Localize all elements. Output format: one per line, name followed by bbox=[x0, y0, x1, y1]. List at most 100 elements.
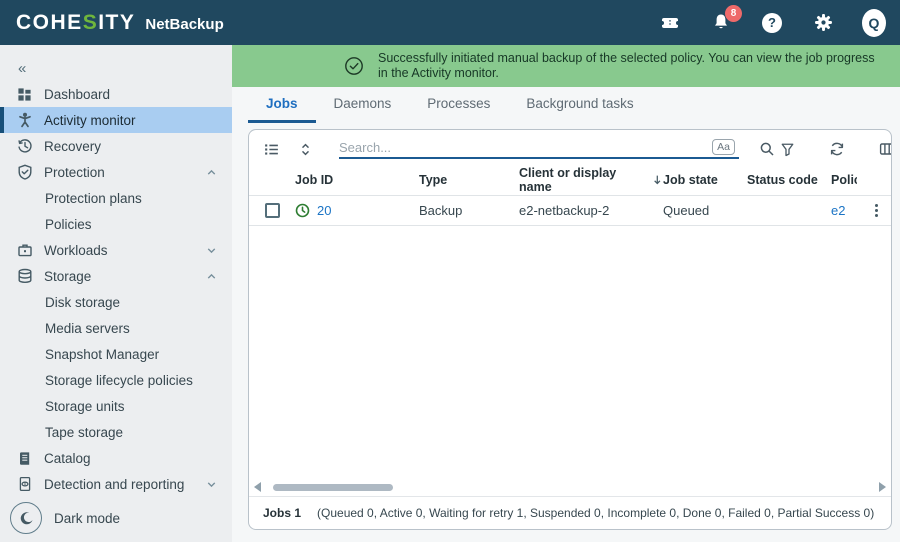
logo-product-name: NetBackup bbox=[145, 16, 223, 33]
protection-shield-icon bbox=[16, 164, 33, 181]
notifications-bell-icon[interactable]: 8 bbox=[709, 11, 733, 35]
sort-rows-icon[interactable] bbox=[295, 139, 315, 159]
sidebar-item-snapshot-manager[interactable]: Snapshot Manager bbox=[0, 341, 232, 367]
horizontal-scrollbar bbox=[249, 478, 891, 496]
content-area: Aa bbox=[232, 123, 900, 542]
moon-icon bbox=[10, 502, 42, 534]
sidebar-item-protection-plans[interactable]: Protection plans bbox=[0, 185, 232, 211]
sidebar-item-policies[interactable]: Policies bbox=[0, 211, 232, 237]
row-actions-menu-icon[interactable] bbox=[875, 204, 878, 217]
license-ticket-icon[interactable] bbox=[658, 11, 682, 35]
table-row-job-20[interactable]: 20 Backup e2-netbackup-2 Queued e2 bbox=[249, 196, 891, 226]
queued-clock-icon bbox=[295, 203, 310, 218]
left-sidebar: « Dashboard Activity monitor Recovery bbox=[0, 45, 232, 542]
tab-daemons[interactable]: Daemons bbox=[316, 87, 410, 123]
scroll-right-arrow[interactable] bbox=[879, 482, 886, 492]
policy-link[interactable]: e2 bbox=[831, 203, 845, 218]
header-status-code[interactable]: Status code bbox=[747, 173, 831, 187]
banner-line2: in the Activity monitor. bbox=[378, 66, 499, 80]
table-toolbar: Aa bbox=[249, 130, 891, 164]
sidebar-item-label: Snapshot Manager bbox=[45, 347, 159, 362]
logo-text-green-s: S bbox=[83, 11, 99, 34]
success-banner: Successfully initiated manual backup of … bbox=[232, 45, 900, 87]
sidebar-item-workloads[interactable]: Workloads bbox=[0, 237, 232, 263]
sidebar-item-recovery[interactable]: Recovery bbox=[0, 133, 232, 159]
sidebar-item-disk-storage[interactable]: Disk storage bbox=[0, 289, 232, 315]
list-view-icon[interactable] bbox=[261, 139, 281, 159]
recovery-history-icon bbox=[16, 138, 33, 155]
check-circle-icon bbox=[344, 56, 364, 76]
sidebar-item-label: Storage units bbox=[45, 399, 125, 414]
app-window: COHESITY NetBackup 8 ? bbox=[0, 0, 900, 542]
sidebar-item-label: Recovery bbox=[44, 139, 101, 154]
sidebar-item-tape-storage[interactable]: Tape storage bbox=[0, 419, 232, 445]
sidebar-collapse-button[interactable]: « bbox=[0, 55, 232, 81]
scrollbar-track[interactable] bbox=[261, 482, 879, 492]
sidebar-item-label: Policies bbox=[45, 217, 92, 232]
cell-job-state: Queued bbox=[663, 203, 747, 218]
sidebar-item-dashboard[interactable]: Dashboard bbox=[0, 81, 232, 107]
header-job-state[interactable]: Job state bbox=[663, 173, 747, 187]
user-avatar[interactable]: Q bbox=[862, 11, 886, 35]
jobs-count: Jobs 1 bbox=[263, 506, 301, 520]
chevron-up-icon bbox=[205, 166, 218, 179]
activity-monitor-icon bbox=[16, 112, 33, 129]
sidebar-item-label: Disk storage bbox=[45, 295, 120, 310]
scroll-left-arrow[interactable] bbox=[254, 482, 261, 492]
banner-line1: Successfully initiated manual backup of … bbox=[378, 51, 875, 65]
row-checkbox[interactable] bbox=[265, 203, 280, 218]
filter-icon[interactable] bbox=[777, 139, 797, 159]
sidebar-item-label: Detection and reporting bbox=[44, 477, 184, 492]
main-area: Successfully initiated manual backup of … bbox=[232, 45, 900, 542]
tab-background-tasks[interactable]: Background tasks bbox=[508, 87, 651, 123]
search-icon[interactable] bbox=[757, 139, 777, 159]
header-policy[interactable]: Policy bbox=[831, 173, 857, 187]
sidebar-item-activity-monitor[interactable]: Activity monitor bbox=[0, 107, 232, 133]
table-header-row: Job ID Type Client or display name Job s… bbox=[249, 164, 891, 196]
chevron-down-icon bbox=[205, 478, 218, 491]
help-icon[interactable]: ? bbox=[760, 11, 784, 35]
sort-descending-icon bbox=[652, 174, 663, 186]
logo-cohesity: COHESITY bbox=[16, 11, 135, 35]
sidebar-item-label: Storage bbox=[44, 269, 91, 284]
sidebar-item-storage-units[interactable]: Storage units bbox=[0, 393, 232, 419]
sidebar-item-label: Protection bbox=[44, 165, 105, 180]
notification-count-badge: 8 bbox=[725, 5, 742, 22]
sidebar-item-catalog[interactable]: Catalog bbox=[0, 445, 232, 471]
sidebar-item-label: Tape storage bbox=[45, 425, 123, 440]
header-job-id[interactable]: Job ID bbox=[295, 173, 419, 187]
search-input[interactable] bbox=[339, 140, 712, 155]
dashboard-icon bbox=[16, 86, 33, 103]
dark-mode-toggle[interactable]: Dark mode bbox=[10, 502, 120, 534]
columns-icon[interactable] bbox=[877, 139, 892, 159]
match-case-toggle[interactable]: Aa bbox=[712, 139, 735, 155]
settings-gear-icon[interactable] bbox=[811, 11, 835, 35]
sidebar-item-label: Protection plans bbox=[45, 191, 142, 206]
storage-database-icon bbox=[16, 268, 33, 285]
chevron-down-icon bbox=[205, 244, 218, 257]
catalog-book-icon bbox=[16, 450, 33, 467]
sidebar-item-storage-lifecycle-policies[interactable]: Storage lifecycle policies bbox=[0, 367, 232, 393]
sidebar-item-storage[interactable]: Storage bbox=[0, 263, 232, 289]
table-footer: Jobs 1 (Queued 0, Active 0, Waiting for … bbox=[249, 496, 891, 529]
sidebar-item-label: Workloads bbox=[44, 243, 108, 258]
tab-bar: Jobs Daemons Processes Background tasks bbox=[232, 87, 900, 123]
scrollbar-thumb[interactable] bbox=[273, 484, 393, 491]
cell-type: Backup bbox=[419, 203, 519, 218]
top-header: COHESITY NetBackup 8 ? bbox=[0, 0, 900, 45]
header-client-or-display-name[interactable]: Client or display name bbox=[519, 166, 663, 194]
tab-jobs[interactable]: Jobs bbox=[248, 87, 316, 123]
job-id-link[interactable]: 20 bbox=[317, 203, 331, 218]
sidebar-item-label: Activity monitor bbox=[44, 113, 136, 128]
sidebar-item-media-servers[interactable]: Media servers bbox=[0, 315, 232, 341]
jobs-summary: (Queued 0, Active 0, Waiting for retry 1… bbox=[317, 506, 874, 520]
sidebar-item-label: Storage lifecycle policies bbox=[45, 373, 193, 388]
header-type[interactable]: Type bbox=[419, 173, 519, 187]
tab-processes[interactable]: Processes bbox=[409, 87, 508, 123]
search-field: Aa bbox=[339, 139, 739, 159]
dark-mode-label: Dark mode bbox=[54, 511, 120, 526]
sidebar-item-detection-and-reporting[interactable]: Detection and reporting bbox=[0, 471, 232, 497]
cohesity-netbackup-logo: COHESITY NetBackup bbox=[16, 11, 224, 35]
sidebar-item-protection[interactable]: Protection bbox=[0, 159, 232, 185]
refresh-icon[interactable] bbox=[827, 139, 847, 159]
